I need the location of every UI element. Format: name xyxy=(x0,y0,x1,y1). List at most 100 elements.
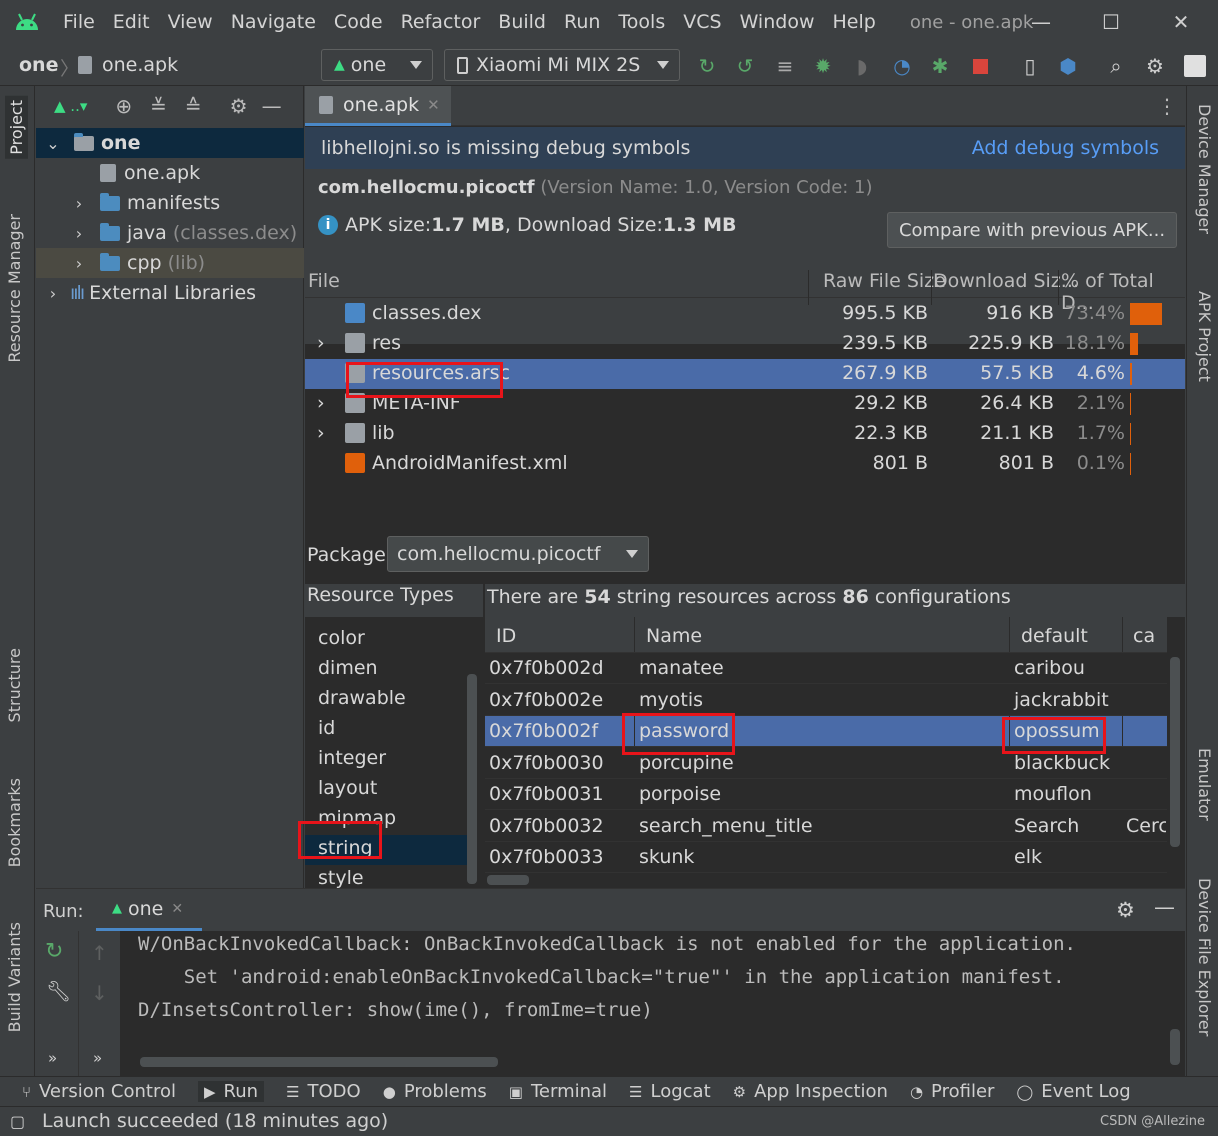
string-table-vscroll[interactable] xyxy=(1170,657,1180,847)
compare-apk-button[interactable]: Compare with previous APK... xyxy=(887,212,1177,248)
down-arrow-icon[interactable]: ↓ xyxy=(91,981,108,1005)
tree-item-cpp[interactable]: › cpp (lib) xyxy=(36,248,304,278)
resource-type-layout[interactable]: layout xyxy=(305,775,477,805)
hide-run-panel-icon[interactable]: — xyxy=(1154,895,1175,919)
menu-view[interactable]: View xyxy=(159,11,222,33)
string-row[interactable]: 0x7f0b0031 porpoise mouflon xyxy=(485,779,1167,810)
locate-icon[interactable]: ⊕ xyxy=(115,94,132,118)
profile-icon[interactable]: ◔ xyxy=(890,54,914,78)
menu-vcs[interactable]: VCS xyxy=(674,11,730,33)
col-file[interactable]: File xyxy=(308,270,340,292)
resource-type-id[interactable]: id xyxy=(305,715,477,745)
tree-item-apk[interactable]: one.apk xyxy=(36,158,304,188)
bottom-tab-logcat[interactable]: ☰ Logcat xyxy=(629,1081,711,1102)
console-vscroll[interactable] xyxy=(1170,1029,1180,1065)
stop-icon[interactable] xyxy=(968,54,992,78)
structure-tool-tab[interactable]: Structure xyxy=(5,648,24,722)
close-window-button[interactable]: ✕ xyxy=(1146,0,1216,44)
settings-gear-icon[interactable]: ⚙ xyxy=(1143,54,1167,78)
device-manager-tool-tab[interactable]: Device Manager xyxy=(1195,104,1214,234)
console-hscroll[interactable] xyxy=(140,1057,498,1067)
resource-type-dimen[interactable]: dimen xyxy=(305,655,477,685)
breadcrumb-file[interactable]: one.apk xyxy=(102,54,178,76)
status-icon[interactable]: ▢ xyxy=(10,1112,25,1131)
more-actions-icon[interactable]: » xyxy=(93,1049,102,1067)
apk-project-tool-tab[interactable]: APK Project xyxy=(1195,291,1214,382)
options-gear-icon[interactable]: ⚙ xyxy=(230,94,248,118)
chevron-right-icon[interactable]: › xyxy=(317,392,325,414)
up-arrow-icon[interactable]: ↑ xyxy=(91,941,108,965)
menu-code[interactable]: Code xyxy=(325,11,392,33)
menu-edit[interactable]: Edit xyxy=(104,11,159,33)
menu-build[interactable]: Build xyxy=(489,11,555,33)
project-tool-tab[interactable]: Project xyxy=(5,96,28,159)
run-console[interactable]: W/OnBackInvokedCallback: OnBackInvokedCa… xyxy=(120,931,1185,1077)
resource-manager-tool-tab[interactable]: Resource Manager xyxy=(5,214,24,363)
menu-tools[interactable]: Tools xyxy=(609,11,674,33)
bottom-tab-version-control[interactable]: ⑂ Version Control xyxy=(22,1081,176,1102)
build-variants-tool-tab[interactable]: Build Variants xyxy=(5,922,24,1032)
search-icon[interactable]: ⌕ xyxy=(1104,54,1128,78)
run-settings-gear-icon[interactable]: ⚙ xyxy=(1116,898,1135,922)
resource-type-integer[interactable]: integer xyxy=(305,745,477,775)
hide-panel-icon[interactable]: — xyxy=(262,94,282,118)
close-tab-icon[interactable]: ✕ xyxy=(171,901,183,917)
package-select[interactable]: com.hellocmu.picoctf xyxy=(387,536,649,572)
breadcrumb-project[interactable]: one xyxy=(19,54,58,76)
bottom-tab-run[interactable]: ▶ Run xyxy=(198,1081,265,1102)
string-row[interactable]: 0x7f0b0032 search_menu_title Search Cerca xyxy=(485,810,1167,842)
emulator-tool-tab[interactable]: Emulator xyxy=(1195,748,1214,821)
bottom-tab-profiler[interactable]: ◔ Profiler xyxy=(910,1081,994,1102)
string-row[interactable]: 0x7f0b0033 skunk elk xyxy=(485,842,1167,873)
more-options-icon[interactable]: ⋮ xyxy=(1157,94,1177,118)
string-row[interactable]: 0x7f0b002d manatee caribou xyxy=(485,653,1167,684)
attach-process-icon[interactable]: ✱ xyxy=(928,54,952,78)
wrench-icon[interactable]: 🔧︎ xyxy=(46,979,71,1003)
col-name[interactable]: Name xyxy=(646,625,702,647)
string-row[interactable]: 0x7f0b002e myotis jackrabbit xyxy=(485,684,1167,716)
menu-help[interactable]: Help xyxy=(823,11,884,33)
file-row[interactable]: › lib 22.3 KB 21.1 KB 1.7% xyxy=(305,419,1185,449)
menu-file[interactable]: File xyxy=(54,11,104,33)
resource-type-color[interactable]: color xyxy=(305,625,477,655)
menu-refactor[interactable]: Refactor xyxy=(392,11,490,33)
col-ca[interactable]: ca xyxy=(1133,625,1155,647)
file-row[interactable]: › res 239.5 KB 225.9 KB 18.1% xyxy=(305,329,1185,359)
android-view-select[interactable]: ▲ ..▾ xyxy=(54,97,87,115)
account-avatar[interactable] xyxy=(1183,54,1207,78)
col-default[interactable]: default xyxy=(1021,625,1088,647)
tree-item-external-libraries[interactable]: › ıılı External Libraries xyxy=(36,278,304,308)
collapse-all-icon[interactable]: ≙ xyxy=(185,94,202,118)
debug-icon[interactable]: ✹ xyxy=(811,54,835,78)
minimize-button[interactable]: — xyxy=(1006,0,1076,44)
menu-window[interactable]: Window xyxy=(731,11,824,33)
file-row[interactable]: AndroidManifest.xml 801 B 801 B 0.1% xyxy=(305,449,1185,479)
chevron-right-icon[interactable]: › xyxy=(317,422,325,444)
apply-changes-icon[interactable]: ↺ xyxy=(733,54,757,78)
device-file-explorer-tool-tab[interactable]: Device File Explorer xyxy=(1195,878,1214,1036)
tree-item-java[interactable]: › java (classes.dex) xyxy=(36,218,304,248)
attach-debugger-icon[interactable]: ◗ xyxy=(850,54,874,78)
resource-type-drawable[interactable]: drawable xyxy=(305,685,477,715)
device-select[interactable]: Xiaomi Mi MIX 2S xyxy=(444,49,680,81)
col-id[interactable]: ID xyxy=(496,625,516,647)
tree-item-manifests[interactable]: › manifests xyxy=(36,188,304,218)
bottom-tab-todo[interactable]: ☰ TODO xyxy=(286,1081,361,1102)
expand-all-icon[interactable]: ≚ xyxy=(150,94,167,118)
add-debug-symbols-link[interactable]: Add debug symbols xyxy=(972,137,1159,159)
close-tab-icon[interactable]: ✕ xyxy=(427,96,440,114)
bottom-tab-terminal[interactable]: ▣ Terminal xyxy=(509,1081,607,1102)
bottom-tab-problems[interactable]: ● Problems xyxy=(383,1081,487,1102)
string-table-hscroll[interactable] xyxy=(487,875,529,885)
bookmarks-tool-tab[interactable]: Bookmarks xyxy=(5,778,24,867)
resource-types-scrollbar[interactable] xyxy=(467,674,477,884)
file-row[interactable]: classes.dex 995.5 KB 916 KB 73.4% xyxy=(305,299,1185,329)
run-tab-one[interactable]: ▲ one ✕ xyxy=(96,889,202,931)
tree-item-one[interactable]: ⌄ one xyxy=(36,128,304,158)
chevron-right-icon[interactable]: › xyxy=(317,332,325,354)
more-actions-icon[interactable]: » xyxy=(48,1049,57,1067)
run-list-icon[interactable]: ≡ xyxy=(773,54,797,78)
bottom-tab-app-inspection[interactable]: ⚙ App Inspection xyxy=(733,1081,888,1102)
rerun-icon[interactable]: ↻ xyxy=(695,54,719,78)
rerun-icon[interactable]: ↻ xyxy=(45,939,63,964)
